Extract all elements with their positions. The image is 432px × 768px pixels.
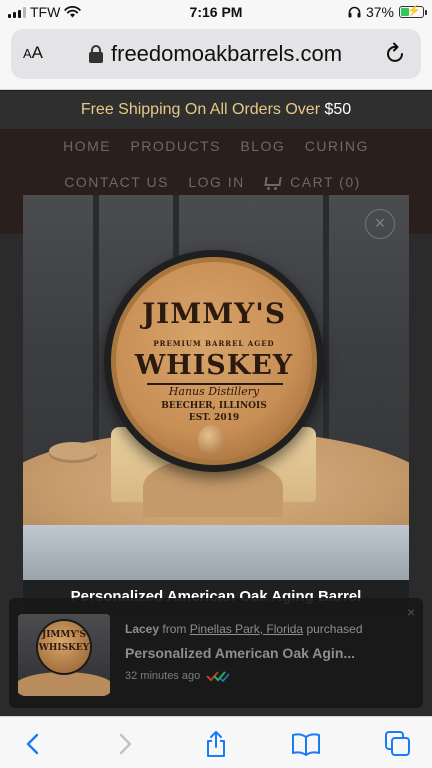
status-right: 37% ⚡ — [348, 4, 427, 20]
cellular-signal-icon — [8, 6, 26, 18]
bookmarks-button[interactable] — [291, 729, 321, 759]
nav-link-cart[interactable]: CART (0) — [264, 174, 368, 191]
forward-button[interactable] — [110, 729, 140, 759]
tabs-icon — [385, 731, 410, 756]
battery-percent: 37% — [365, 4, 394, 20]
bookmarks-icon — [292, 733, 320, 756]
notification-time-row: 32 minutes ago — [125, 670, 230, 682]
nav-link-blog[interactable]: BLOG — [240, 138, 285, 154]
spigot — [198, 425, 224, 455]
lock-icon — [89, 45, 103, 63]
reload-icon[interactable] — [385, 42, 407, 66]
cart-label: CART (0) — [290, 174, 361, 190]
browser-toolbar — [0, 716, 432, 768]
promo-amount: $50 — [324, 101, 352, 118]
engraving-subtitle: PREMIUM BARREL AGED — [153, 339, 275, 348]
product-lightbox: JIMMY'S PREMIUM BARREL AGED WHISKEY Hanu… — [23, 195, 409, 613]
engraving-name: JIMMY'S — [141, 297, 287, 330]
text-size-button[interactable]: AA — [23, 43, 43, 63]
forward-icon — [119, 733, 132, 755]
back-icon — [26, 733, 39, 755]
wifi-icon — [64, 6, 82, 18]
mini-barrel-image: JIMMY'S WHISKEY — [36, 619, 92, 675]
buyer-name: Lacey — [125, 622, 160, 636]
engraving-spirit: WHISKEY — [134, 350, 294, 381]
url-display[interactable]: freedomoakbarrels.com — [89, 41, 342, 67]
charging-bolt-icon: ⚡ — [407, 5, 421, 17]
nav-row-primary: HOME PRODUCTS BLOG CURING — [0, 138, 432, 154]
browser-address-area: AA freedomoakbarrels.com — [0, 26, 432, 90]
lightbox-close-button[interactable]: × — [365, 209, 395, 239]
promo-text: Free Shipping On All Orders Over — [80, 101, 321, 118]
engraving-est: EST. 2019 — [188, 413, 240, 423]
notification-buyer-line: Lacey from Pinellas Park, Florida purcha… — [125, 622, 363, 636]
thumb-text-name: JIMMY'S — [41, 630, 87, 640]
headphones-icon — [348, 6, 361, 18]
promo-banner: Free Shipping On All Orders Over $50 — [0, 91, 432, 129]
from-word: from — [162, 622, 187, 636]
back-button[interactable] — [18, 729, 48, 759]
notification-thumbnail: JIMMY'S WHISKEY — [18, 614, 110, 696]
notification-close-button[interactable]: × — [407, 604, 415, 620]
tabs-button[interactable] — [383, 729, 413, 759]
nav-link-contact[interactable]: CONTACT US — [64, 174, 169, 190]
nav-link-home[interactable]: HOME — [63, 138, 111, 154]
status-bar: TFW 7:16 PM 37% ⚡ — [0, 0, 432, 26]
battery-icon: ⚡ — [399, 5, 427, 18]
nav-link-curing[interactable]: CURING — [305, 138, 369, 154]
share-icon — [207, 731, 225, 757]
nav-link-login[interactable]: LOG IN — [188, 174, 244, 190]
engraving-city: BEECHER, ILLINOIS — [161, 401, 267, 411]
carrier-label: TFW — [30, 4, 61, 20]
product-photo: JIMMY'S PREMIUM BARREL AGED WHISKEY Hanu… — [23, 195, 409, 580]
url-domain: freedomoakbarrels.com — [111, 41, 343, 66]
status-left: TFW — [8, 4, 82, 20]
notification-product[interactable]: Personalized American Oak Agin... — [125, 645, 355, 661]
engraving-distillery: Hanus Distillery — [168, 385, 260, 398]
address-bar[interactable]: AA freedomoakbarrels.com — [11, 29, 421, 79]
nav-link-products[interactable]: PRODUCTS — [130, 138, 221, 154]
purchase-notification[interactable]: JIMMY'S WHISKEY Lacey from Pinellas Park… — [9, 598, 423, 708]
cart-icon — [264, 177, 279, 191]
share-button[interactable] — [201, 729, 231, 759]
buyer-location[interactable]: Pinellas Park, Florida — [190, 622, 303, 636]
coaster — [49, 442, 97, 460]
notification-time: 32 minutes ago — [125, 670, 201, 682]
verified-check-icon — [206, 671, 230, 682]
purchase-action: purchased — [306, 622, 363, 636]
thumb-text-spirit: WHISKEY — [38, 643, 90, 653]
nav-row-secondary: CONTACT US LOG IN CART (0) — [0, 174, 432, 191]
